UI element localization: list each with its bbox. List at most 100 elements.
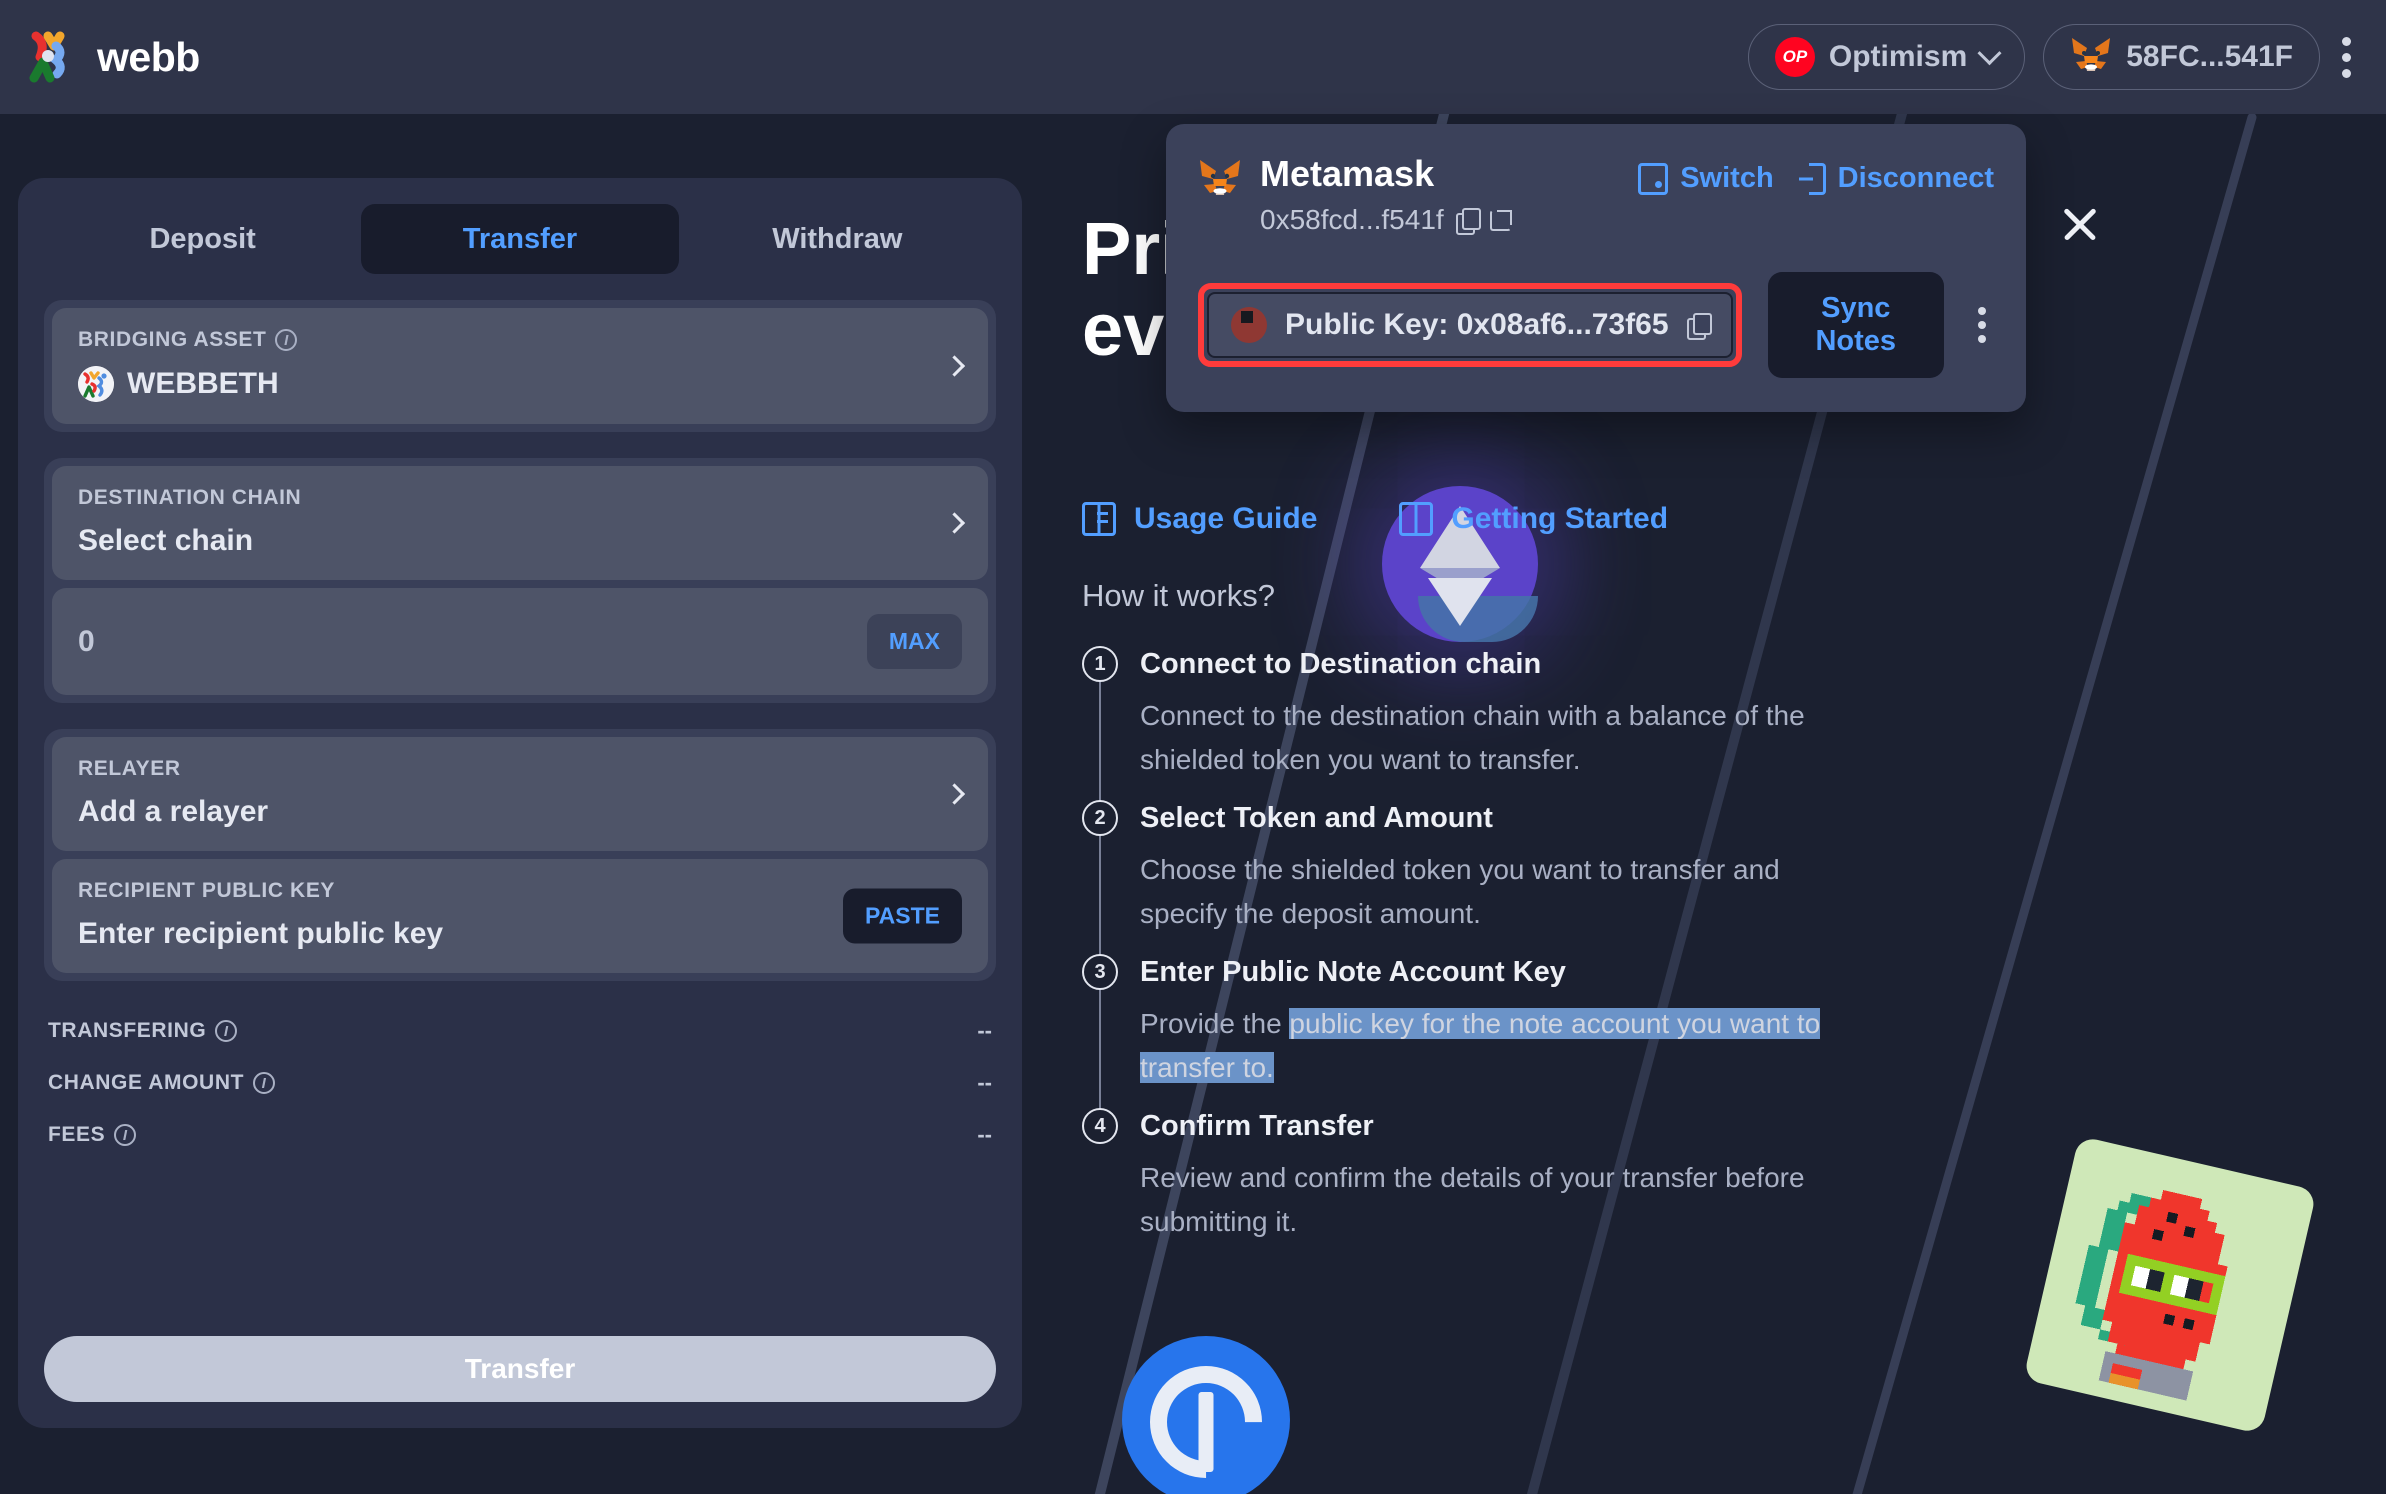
info-icon[interactable]: i: [215, 1020, 238, 1042]
step-description: Review and confirm the details of your t…: [1140, 1162, 1805, 1237]
summary-value: --: [977, 1070, 992, 1095]
book-open-icon: [1399, 502, 1434, 536]
step-title: Connect to Destination chain: [1140, 648, 1542, 680]
step-item: 3 Enter Public Note Account Key Provide …: [1082, 952, 1862, 1112]
bridge-card: Deposit Transfer Withdraw Bridging asset…: [18, 178, 1022, 1428]
step-item: 1 Connect to Destination chain Connect t…: [1082, 644, 1862, 804]
paste-button[interactable]: PASTE: [843, 888, 962, 944]
metamask-popup-actions: Switch Disconnect: [1638, 152, 1994, 195]
step-description: Choose the shielded token you want to tr…: [1140, 854, 1780, 929]
wallet-button[interactable]: 58FC...541F: [2043, 24, 2320, 90]
getting-started-label: Getting Started: [1451, 502, 1669, 535]
info-icon[interactable]: i: [114, 1124, 137, 1146]
bridging-asset-label: Bridging asset i: [78, 328, 962, 352]
step-item: 2 Select Token and Amount Choose the shi…: [1082, 798, 1862, 958]
bridging-asset-value: WEBBETH: [127, 367, 279, 400]
webb-logo-icon: [26, 30, 80, 84]
summary-value: --: [977, 1122, 992, 1147]
external-link-icon[interactable]: [1489, 209, 1512, 231]
brand: webb: [26, 30, 200, 84]
metamask-popup-header: Metamask 0x58fcd...f541f Switch Disconne…: [1198, 152, 1994, 236]
relayer-recipient-group: Relayer Add a relayer Recipient public k…: [44, 729, 996, 981]
copy-public-key-icon[interactable]: [1686, 313, 1712, 340]
relayer-value: Add a relayer: [78, 795, 269, 828]
popup-kebab-menu-icon[interactable]: [1970, 301, 1994, 349]
step-item: 4 Confirm Transfer Review and confirm th…: [1082, 1106, 1862, 1244]
usage-guide-label: Usage Guide: [1134, 502, 1318, 535]
metamask-popup-footer: Public Key: 0x08af6...73f65 Sync Notes: [1198, 272, 1994, 378]
hero-links: Usage Guide Getting Started: [1082, 502, 1668, 536]
usage-guide-link[interactable]: Usage Guide: [1082, 502, 1317, 536]
app-header: webb OP Optimism 58FC...541F: [0, 0, 2386, 114]
transfer-summary: Transfering i -- Change amount i -- Fees…: [44, 1011, 996, 1155]
sync-notes-button[interactable]: Sync Notes: [1767, 272, 1944, 378]
recipient-value: Enter recipient public key: [78, 917, 444, 950]
chevron-down-icon: [1977, 40, 2002, 65]
recipient-public-key-field[interactable]: Recipient public key Enter recipient pub…: [52, 859, 988, 973]
step-description: Connect to the destination chain with a …: [1140, 700, 1805, 775]
destination-chain-label: Destination chain: [78, 486, 302, 509]
tab-withdraw[interactable]: Withdraw: [679, 204, 996, 274]
metamask-account-popup: Metamask 0x58fcd...f541f Switch Disconne…: [1166, 124, 2026, 412]
copy-address-icon[interactable]: [1455, 208, 1481, 235]
step-number: 2: [1082, 800, 1118, 836]
transfer-submit-button[interactable]: Transfer: [44, 1336, 996, 1402]
amount-field[interactable]: MAX: [52, 588, 988, 695]
step-number: 1: [1082, 646, 1118, 682]
step-description: Provide the public key for the note acco…: [1140, 1002, 1840, 1090]
tab-transfer[interactable]: Transfer: [361, 204, 679, 274]
tab-deposit[interactable]: Deposit: [44, 204, 361, 274]
summary-value: --: [977, 1018, 992, 1043]
bridging-asset-selector[interactable]: Bridging asset i: [52, 308, 988, 424]
how-it-works-heading: How it works?: [1082, 578, 1275, 613]
wallet-address-label: 58FC...541F: [2126, 40, 2293, 73]
network-label: Optimism: [1828, 40, 1968, 73]
destination-chain-selector[interactable]: Destination chain Select chain: [52, 466, 988, 580]
relayer-selector[interactable]: Relayer Add a relayer: [52, 737, 988, 851]
header-kebab-menu-icon[interactable]: [2338, 29, 2354, 86]
disconnect-button[interactable]: Disconnect: [1798, 162, 1994, 195]
public-key-highlight-box: Public Key: 0x08af6...73f65: [1198, 283, 1742, 367]
info-icon[interactable]: i: [275, 329, 298, 351]
info-icon[interactable]: i: [253, 1072, 276, 1094]
switch-icon: [1638, 162, 1669, 195]
header-actions: OP Optimism 58FC...541F: [1747, 24, 2354, 90]
step-number: 4: [1082, 1108, 1118, 1144]
disconnect-label: Disconnect: [1837, 162, 1994, 194]
how-it-works-steps: 1 Connect to Destination chain Connect t…: [1082, 644, 1862, 1244]
switch-account-button[interactable]: Switch: [1638, 162, 1774, 195]
metamask-fox-icon: [2070, 36, 2112, 79]
step-title: Select Token and Amount: [1140, 802, 1493, 834]
disconnect-icon: [1798, 162, 1826, 195]
summary-label: Change amount i: [48, 1071, 276, 1095]
step-title: Enter Public Note Account Key: [1140, 956, 1566, 988]
summary-row-change-amount: Change amount i --: [48, 1063, 992, 1103]
optimism-badge-icon: OP: [1774, 37, 1815, 77]
asset-group: Bridging asset i: [44, 300, 996, 432]
getting-started-link[interactable]: Getting Started: [1399, 502, 1668, 536]
step-title: Confirm Transfer: [1140, 1110, 1374, 1142]
summary-row-transfering: Transfering i --: [48, 1011, 992, 1051]
bridging-asset-value-row: WEBBETH: [78, 366, 962, 402]
max-button[interactable]: MAX: [866, 614, 962, 669]
webbeth-token-icon: [78, 366, 114, 402]
brand-name: webb: [97, 33, 200, 80]
relayer-label: Relayer: [78, 757, 181, 780]
close-icon[interactable]: [2056, 200, 2104, 248]
app-root: webb OP Optimism 58FC...541F Usage Guide…: [0, 0, 2386, 1494]
summary-label: Transfering i: [48, 1019, 238, 1043]
step-number: 3: [1082, 954, 1118, 990]
public-key-label: Public Key: 0x08af6...73f65: [1285, 308, 1669, 341]
destination-chain-value: Select chain: [78, 524, 254, 557]
destination-group: Destination chain Select chain MAX: [44, 458, 996, 703]
network-selector[interactable]: OP Optimism: [1747, 24, 2026, 90]
amount-input[interactable]: [78, 624, 867, 659]
metamask-fox-icon: [1198, 158, 1242, 198]
step-description-lead: Provide the: [1140, 1008, 1290, 1039]
metamask-address: 0x58fcd...f541f: [1260, 204, 1444, 235]
bridge-tabs: Deposit Transfer Withdraw: [44, 204, 996, 274]
note-account-avatar: [1231, 307, 1267, 343]
metamask-identity: Metamask 0x58fcd...f541f: [1198, 152, 1512, 236]
public-key-chip[interactable]: Public Key: 0x08af6...73f65: [1207, 292, 1733, 358]
book-guide-icon: [1082, 502, 1116, 536]
